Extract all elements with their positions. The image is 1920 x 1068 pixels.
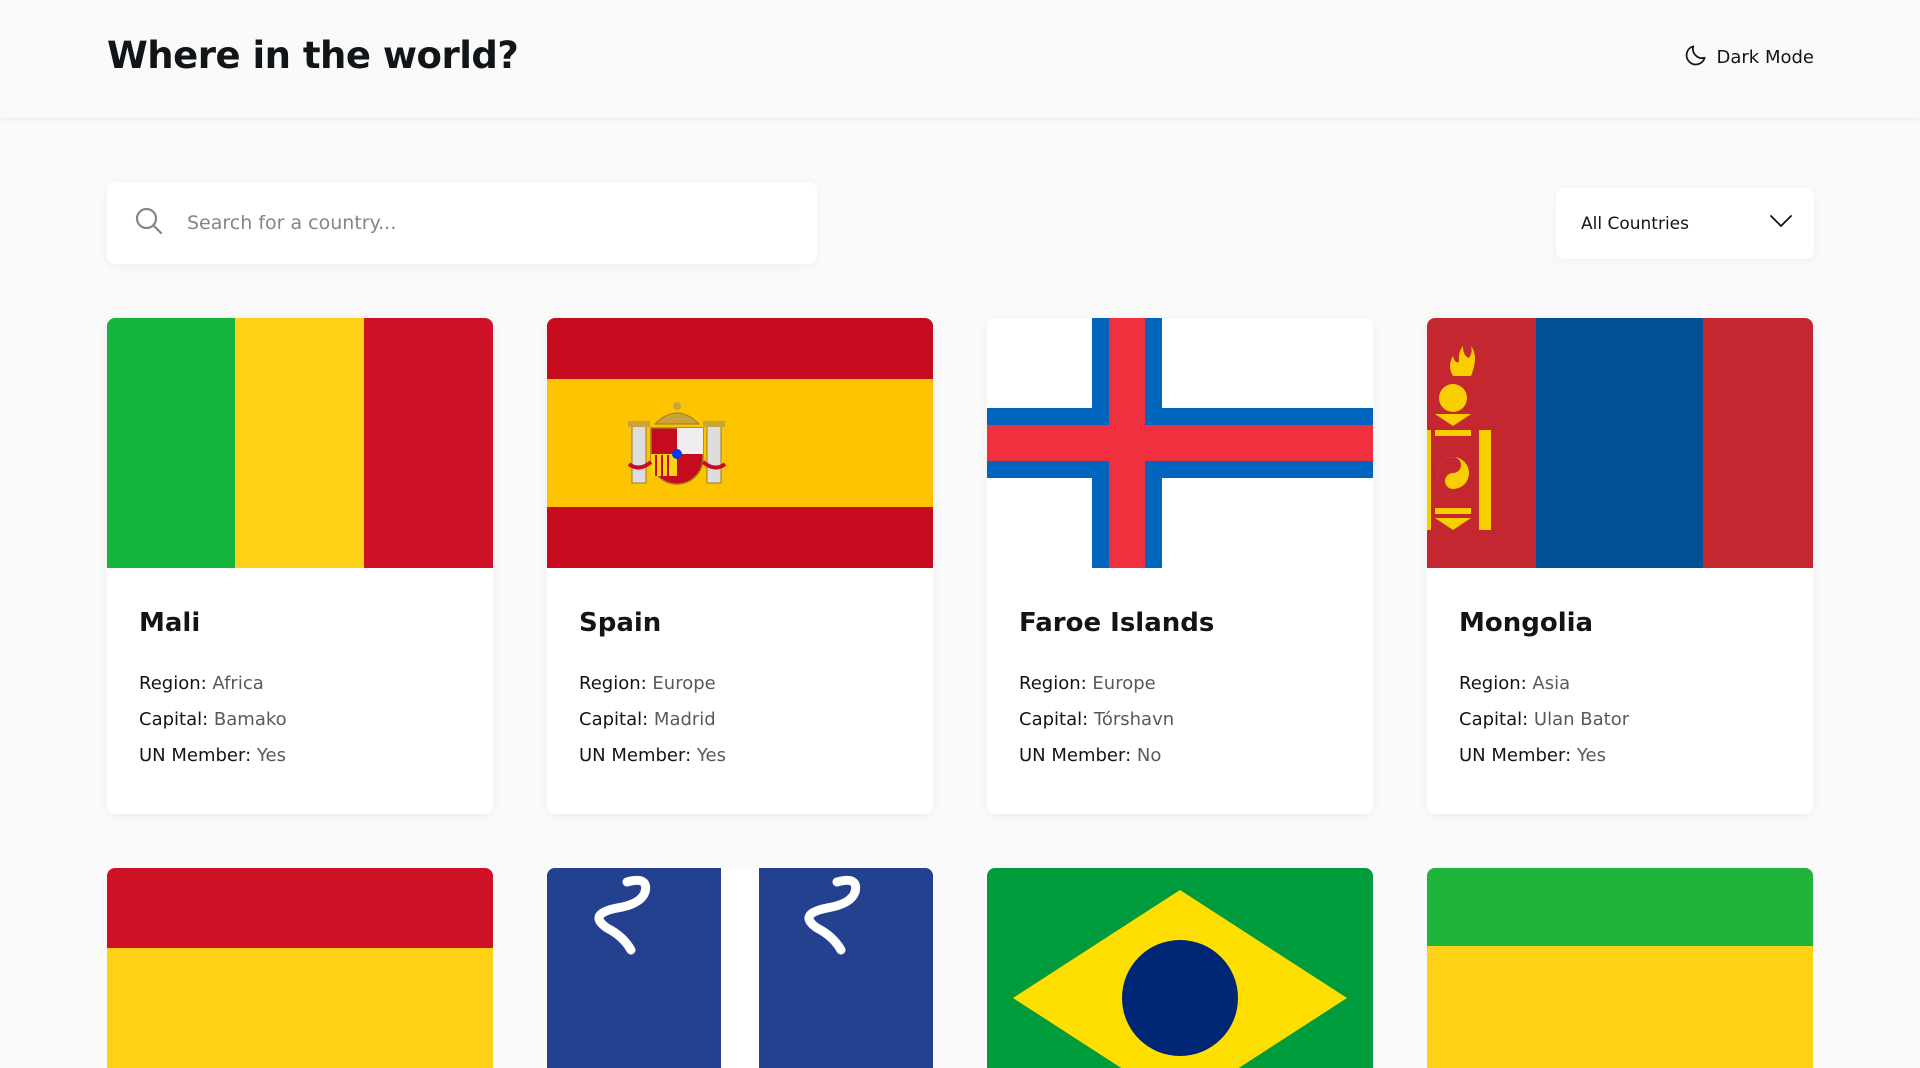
un-member-label: UN Member: [139, 745, 252, 766]
region-label: Region: [579, 673, 647, 694]
capital-row: Capital: Bamako [139, 702, 461, 738]
flag-partial-brazil [987, 868, 1373, 1068]
capital-label: Capital: [579, 709, 649, 730]
capital-value: Bamako [213, 709, 287, 730]
un-member-row: UN Member: Yes [1459, 738, 1781, 774]
search-box[interactable] [107, 182, 817, 264]
capital-value: Madrid [653, 709, 716, 730]
country-name: Faroe Islands [1019, 608, 1215, 638]
country-card-partial[interactable] [1427, 868, 1813, 1068]
flag-partial-green-yellow [1427, 868, 1813, 1068]
region-row: Region: Asia [1459, 666, 1781, 702]
un-member-label: UN Member: [1019, 745, 1132, 766]
capital-row: Capital: Tórshavn [1019, 702, 1341, 738]
capital-row: Capital: Madrid [579, 702, 901, 738]
dark-mode-label: Dark Mode [1716, 47, 1814, 68]
region-label: Region: [139, 673, 207, 694]
region-value: Europe [652, 673, 716, 694]
page-title: Where in the world? [107, 34, 519, 77]
region-row: Region: Africa [139, 666, 461, 702]
capital-value: Tórshavn [1093, 709, 1175, 730]
moon-icon [1683, 42, 1709, 73]
region-filter-dropdown[interactable]: All Countries [1556, 188, 1814, 259]
flag-mali [107, 318, 493, 568]
country-card-mali[interactable]: Mali Region: Africa Capital: Bamako UN M… [107, 318, 493, 814]
region-value: Africa [212, 673, 264, 694]
country-card-partial[interactable] [987, 868, 1373, 1068]
un-member-value: Yes [1576, 745, 1606, 766]
capital-label: Capital: [1459, 709, 1529, 730]
region-row: Region: Europe [579, 666, 901, 702]
region-value: Asia [1532, 673, 1571, 694]
region-row: Region: Europe [1019, 666, 1341, 702]
flag-partial-red-yellow [107, 868, 493, 1068]
country-name: Mongolia [1459, 608, 1594, 638]
capital-label: Capital: [1019, 709, 1089, 730]
un-member-row: UN Member: No [1019, 738, 1341, 774]
country-card-mongolia[interactable]: Mongolia Region: Asia Capital: Ulan Bato… [1427, 318, 1813, 814]
un-member-value: Yes [696, 745, 726, 766]
un-member-label: UN Member: [1459, 745, 1572, 766]
site-header: Where in the world? Dark Mode [0, 0, 1920, 118]
country-name: Spain [579, 608, 662, 638]
region-filter-value: All Countries [1581, 213, 1689, 234]
flag-spain [547, 318, 933, 568]
search-input[interactable] [187, 212, 747, 234]
region-label: Region: [1459, 673, 1527, 694]
flag-mongolia [1427, 318, 1813, 568]
un-member-value: Yes [256, 745, 286, 766]
country-card-faroe-islands[interactable]: Faroe Islands Region: Europe Capital: Tó… [987, 318, 1373, 814]
region-value: Europe [1092, 673, 1156, 694]
country-card-partial[interactable] [107, 868, 493, 1068]
dark-mode-toggle[interactable]: Dark Mode [1683, 42, 1814, 73]
search-icon [133, 205, 165, 241]
un-member-label: UN Member: [579, 745, 692, 766]
un-member-value: No [1136, 745, 1162, 766]
country-card-partial[interactable] [547, 868, 933, 1068]
flag-partial-snakes [547, 868, 933, 1068]
un-member-row: UN Member: Yes [139, 738, 461, 774]
country-name: Mali [139, 608, 201, 638]
chevron-down-icon [1768, 208, 1794, 239]
capital-value: Ulan Bator [1533, 709, 1630, 730]
un-member-row: UN Member: Yes [579, 738, 901, 774]
region-label: Region: [1019, 673, 1087, 694]
capital-label: Capital: [139, 709, 209, 730]
country-card-spain[interactable]: Spain Region: Europe Capital: Madrid UN … [547, 318, 933, 814]
flag-faroe-islands [987, 318, 1373, 568]
capital-row: Capital: Ulan Bator [1459, 702, 1781, 738]
